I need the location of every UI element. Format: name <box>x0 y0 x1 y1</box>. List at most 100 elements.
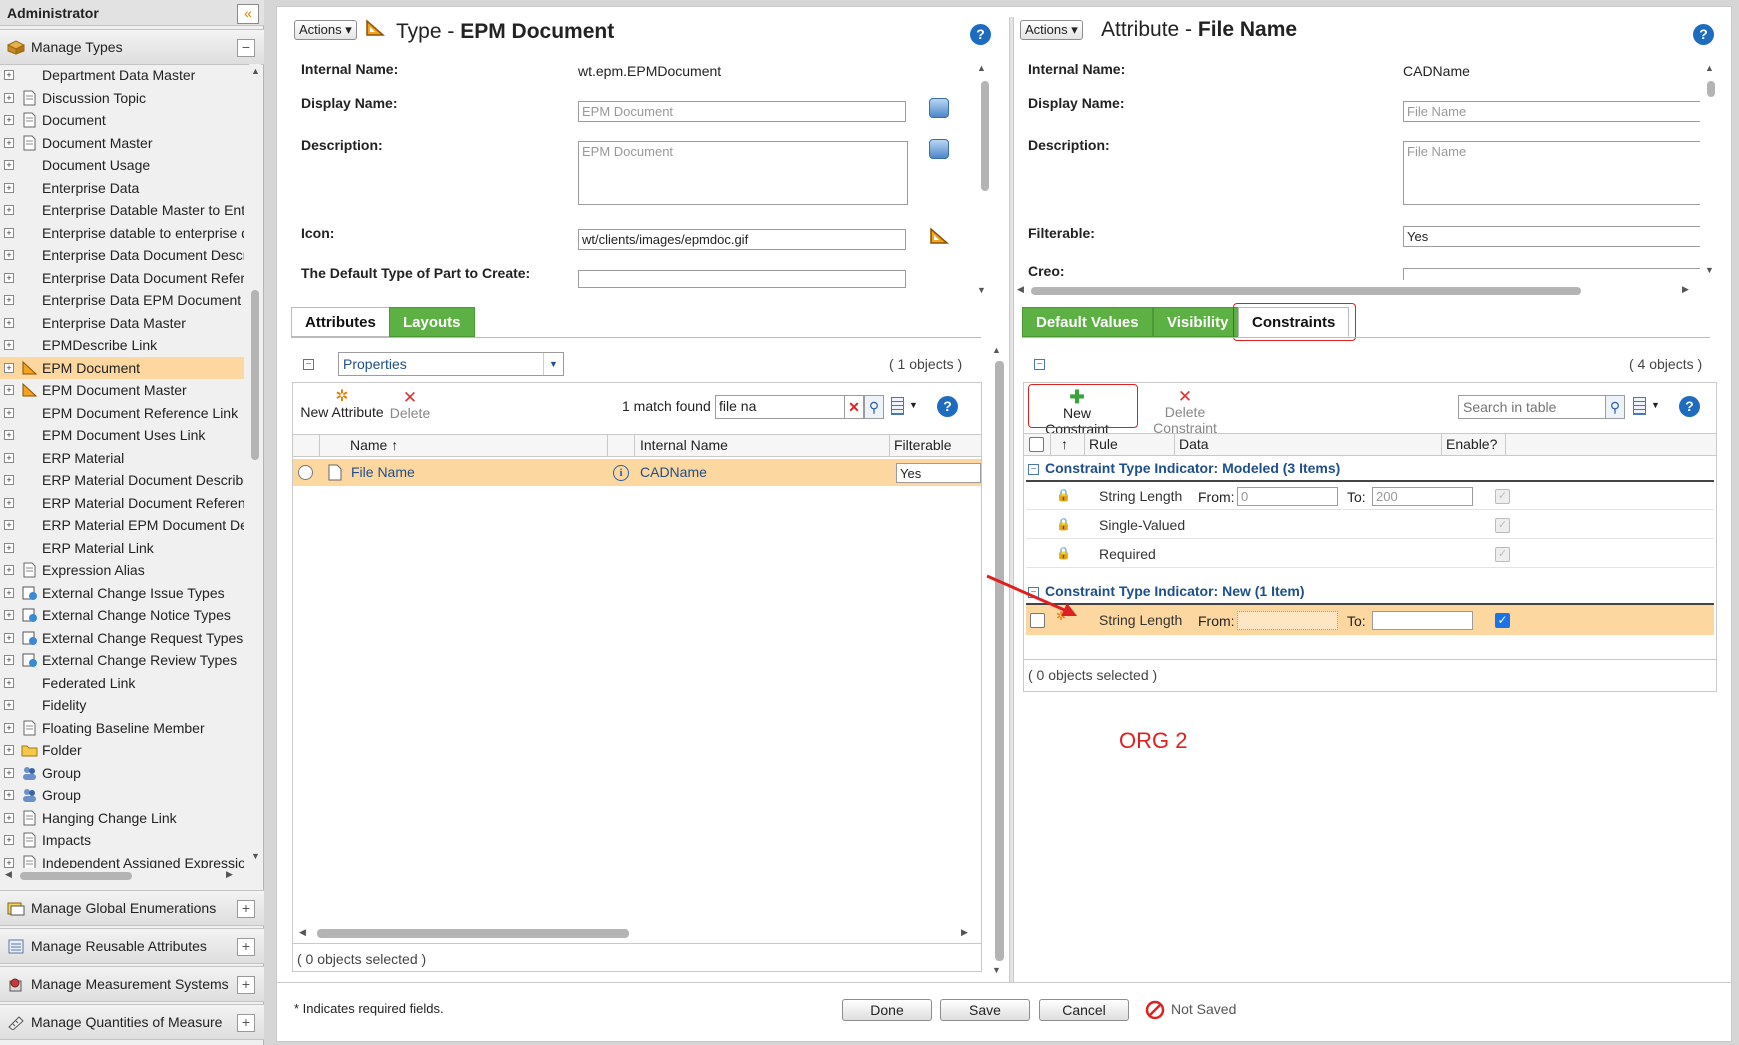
from-input[interactable]: 0 <box>1237 487 1338 506</box>
props-scroll-thumb[interactable] <box>1707 81 1715 97</box>
tree-item[interactable]: + Department Data Master <box>0 64 244 86</box>
column-data[interactable]: Data <box>1179 436 1209 452</box>
expand-icon[interactable]: + <box>4 700 14 710</box>
expand-icon[interactable]: + <box>4 137 14 148</box>
tree-item[interactable]: + Fidelity <box>0 694 244 716</box>
collapse-icon[interactable]: − <box>237 39 255 57</box>
localize-globe-icon[interactable] <box>929 139 949 159</box>
scroll-up-icon[interactable]: ▲ <box>992 345 1001 355</box>
filterable-field[interactable]: Yes <box>1403 226 1700 247</box>
delete-button[interactable]: ✕ Delete <box>388 389 432 421</box>
help-icon[interactable]: ? <box>1679 396 1700 417</box>
accordion-manage-global-enumerations[interactable]: Manage Global Enumerations + <box>0 890 264 926</box>
tree-item[interactable]: + Enterprise Data Master <box>0 312 244 334</box>
tab-attributes[interactable]: Attributes <box>291 307 390 337</box>
tree-item[interactable]: + Hanging Change Link <box>0 807 244 829</box>
expand-icon[interactable]: + <box>4 857 14 868</box>
expand-icon[interactable]: + <box>4 430 14 440</box>
help-icon[interactable]: ? <box>937 396 958 417</box>
scroll-left-icon[interactable]: ◀ <box>5 869 12 880</box>
scroll-down-icon[interactable]: ▼ <box>251 851 260 861</box>
new-attribute-button[interactable]: ✲ New Attribute <box>300 389 384 421</box>
tree-item[interactable]: + Folder <box>0 739 244 761</box>
tree-item[interactable]: + Enterprise Data Document Refer <box>0 267 244 289</box>
icon-path-field[interactable]: wt/clients/images/epmdoc.gif <box>578 229 906 250</box>
expand-icon[interactable]: + <box>237 976 255 994</box>
table-search-input[interactable]: file na <box>715 395 845 419</box>
tree-hscroll-thumb[interactable] <box>20 872 132 880</box>
expand-icon[interactable]: + <box>4 205 14 215</box>
from-input[interactable] <box>1237 611 1338 630</box>
search-icon[interactable]: ⚲ <box>1605 395 1625 419</box>
expand-icon[interactable]: + <box>4 632 14 643</box>
tree-item[interactable]: + Federated Link <box>0 672 244 694</box>
column-config-icon[interactable] <box>891 397 904 415</box>
chevron-down-icon[interactable]: ▼ <box>1651 400 1660 410</box>
row-name[interactable]: File Name <box>351 464 415 480</box>
expand-icon[interactable]: + <box>4 452 14 463</box>
scroll-up-icon[interactable]: ▲ <box>1705 63 1714 73</box>
expand-icon[interactable]: + <box>4 340 14 350</box>
constraint-row[interactable]: 🔒 Required ✓ <box>1026 540 1714 568</box>
expand-icon[interactable]: + <box>4 295 14 305</box>
tree-item[interactable]: + Enterprise Datable Master to Ente <box>0 199 244 221</box>
constraint-row[interactable]: 🔒 String Length From: 0 To: 200 ✓ <box>1026 482 1714 510</box>
tree-item[interactable]: + Discussion Topic <box>0 87 244 109</box>
tree-item[interactable]: + Floating Baseline Member <box>0 717 244 739</box>
collapse-group-icon[interactable]: − <box>1028 464 1039 475</box>
to-input[interactable] <box>1372 611 1473 630</box>
help-icon[interactable]: ? <box>970 24 991 45</box>
panel-splitter[interactable] <box>1009 17 1014 982</box>
scroll-up-icon[interactable]: ▲ <box>251 66 260 76</box>
props-hscroll-thumb[interactable] <box>1031 287 1581 295</box>
info-icon[interactable]: i <box>613 465 629 481</box>
expand-icon[interactable]: + <box>4 587 14 598</box>
tree-item[interactable]: + ERP Material <box>0 447 244 469</box>
to-input[interactable]: 200 <box>1372 487 1473 506</box>
accordion-manage-quantities[interactable]: Manage Quantities of Measure + <box>0 1004 264 1040</box>
column-internal-name[interactable]: Internal Name <box>640 437 728 453</box>
attribute-actions-button[interactable]: Actions ▾ <box>1020 20 1083 40</box>
expand-icon[interactable]: + <box>4 70 14 80</box>
enable-checkbox[interactable]: ✓ <box>1495 613 1510 628</box>
tree-item[interactable]: + EPM Document Master <box>0 379 244 401</box>
column-config-icon[interactable] <box>1633 397 1646 415</box>
scroll-down-icon[interactable]: ▼ <box>977 285 986 295</box>
scroll-left-icon[interactable]: ◀ <box>299 927 306 938</box>
expand-icon[interactable]: + <box>4 565 14 575</box>
save-button[interactable]: Save <box>940 999 1030 1021</box>
tree-item[interactable]: + Group <box>0 762 244 784</box>
search-in-table-input[interactable] <box>1458 395 1606 419</box>
expand-icon[interactable]: + <box>4 655 14 665</box>
tree-item[interactable]: + ERP Material EPM Document De <box>0 514 244 536</box>
tree-item[interactable]: + Document Usage <box>0 154 244 176</box>
creo-field[interactable] <box>1403 268 1700 280</box>
collapse-sidebar-button[interactable]: « <box>237 4 259 24</box>
tab-layouts[interactable]: Layouts <box>389 307 475 337</box>
expand-icon[interactable]: + <box>4 182 14 193</box>
tree-item[interactable]: + Enterprise datable to enterprise d <box>0 222 244 244</box>
tree-item[interactable]: + Impacts <box>0 829 244 851</box>
expand-icon[interactable]: + <box>4 272 14 283</box>
description-field[interactable]: EPM Document <box>578 141 908 205</box>
expand-icon[interactable]: + <box>4 790 14 800</box>
delete-constraint-button[interactable]: ✕ Delete Constraint <box>1132 388 1238 436</box>
tree-item[interactable]: + External Change Request Types <box>0 627 244 649</box>
tree-item[interactable]: + Enterprise Data EPM Document I <box>0 289 244 311</box>
expand-icon[interactable]: + <box>4 115 14 125</box>
expand-icon[interactable]: + <box>4 227 14 238</box>
dropdown-arrow-icon[interactable]: ▼ <box>543 353 563 375</box>
column-filterable[interactable]: Filterable <box>894 437 952 453</box>
view-select[interactable]: Properties ▼ <box>338 352 564 376</box>
scroll-right-icon[interactable]: ▶ <box>1682 284 1689 295</box>
expand-icon[interactable]: + <box>4 497 14 508</box>
expand-icon[interactable]: + <box>4 475 14 485</box>
props-scroll-thumb[interactable] <box>981 81 989 191</box>
tree-item[interactable]: + EPM Document Reference Link <box>0 402 244 424</box>
expand-icon[interactable]: + <box>4 610 14 620</box>
collapse-table-icon[interactable]: − <box>303 359 314 370</box>
tree-item[interactable]: + Document Master <box>0 132 244 154</box>
row-radio[interactable] <box>298 465 313 480</box>
scroll-down-icon[interactable]: ▼ <box>1705 265 1714 275</box>
tree-item[interactable]: + ERP Material Document Describe <box>0 469 244 491</box>
